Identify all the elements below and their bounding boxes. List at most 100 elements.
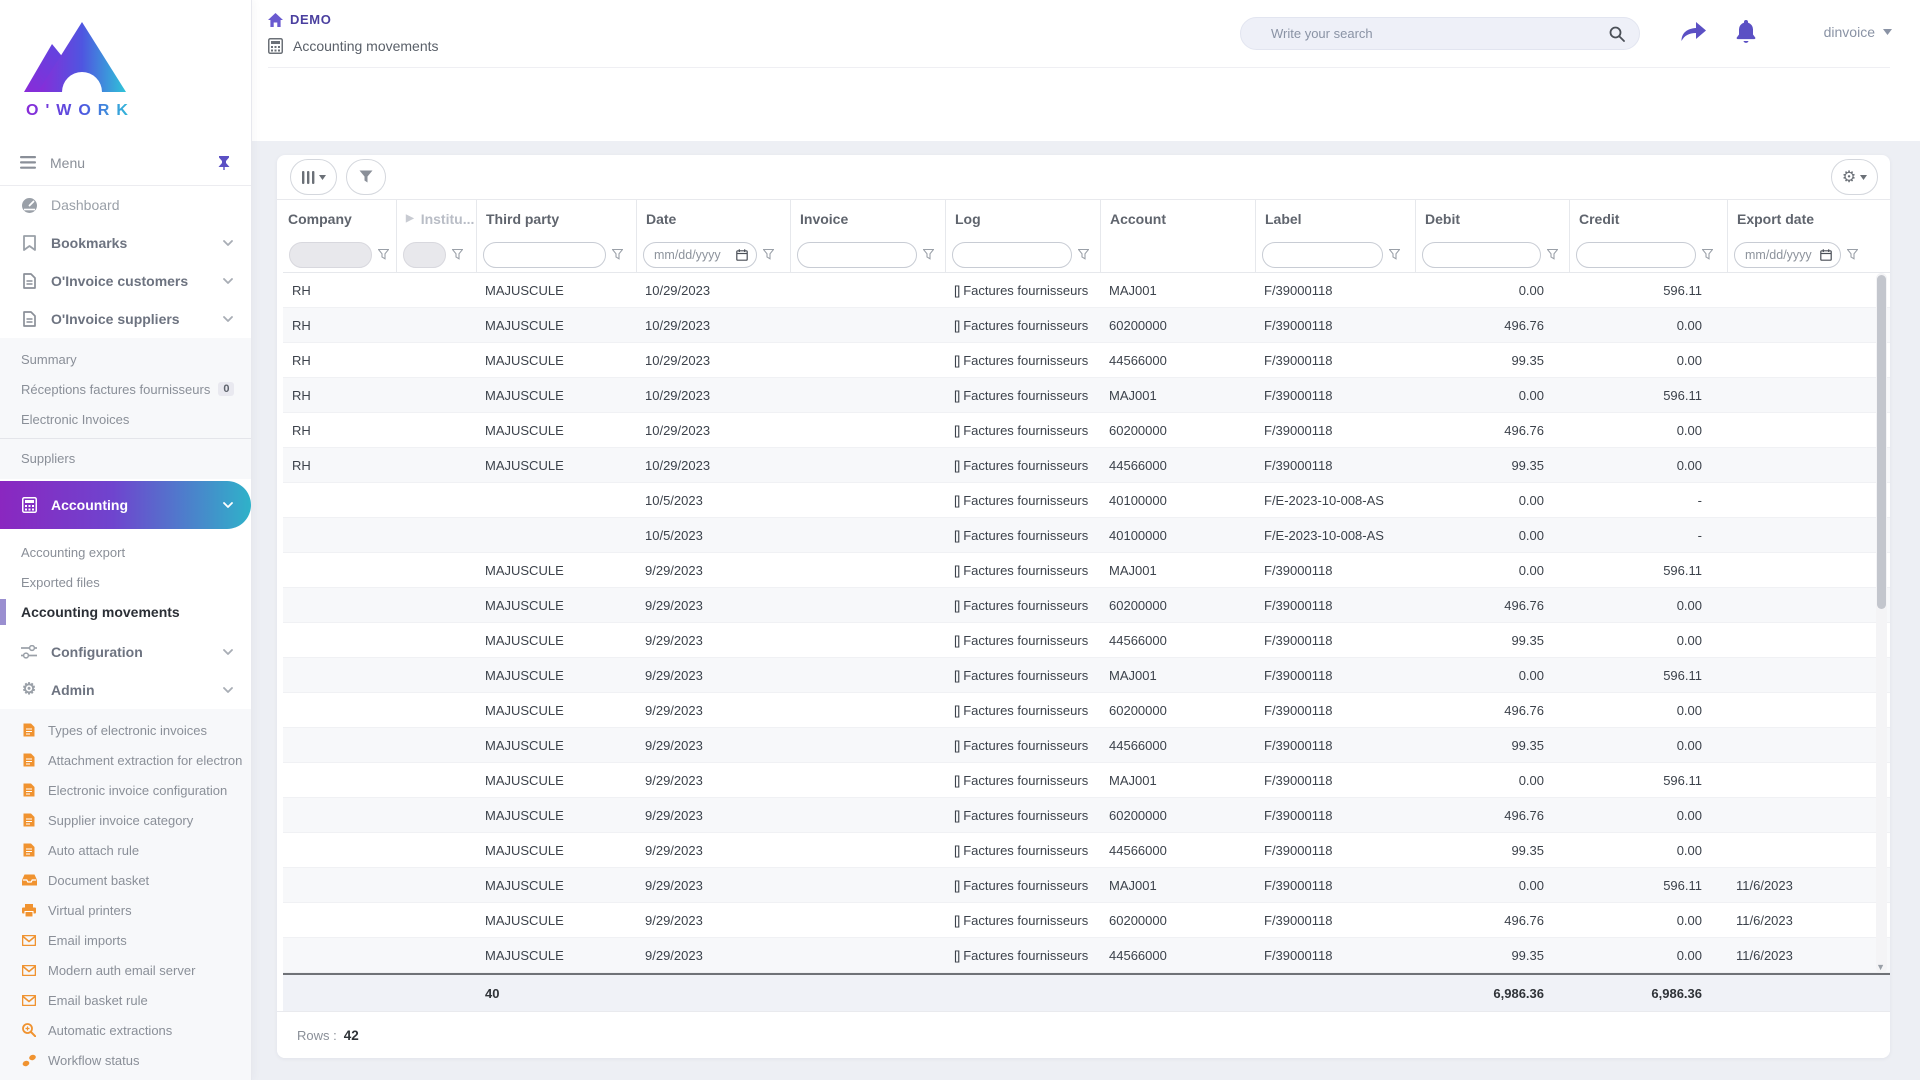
funnel-icon[interactable]	[452, 249, 463, 260]
scrollbar-thumb[interactable]	[1877, 275, 1886, 609]
sidebar-item-automatic-extractions[interactable]: Automatic extractions	[0, 1015, 251, 1045]
calendar-icon[interactable]	[736, 248, 748, 261]
sidebar-item-document-basket[interactable]: Document basket	[0, 865, 251, 895]
sidebar-item-bookmarks[interactable]: Bookmarks	[0, 224, 251, 262]
column-header-label[interactable]: Label	[1255, 200, 1415, 237]
sidebar-item-dashboard[interactable]: Dashboard	[0, 186, 251, 224]
sidebar-item-types-of-electronic-invoices[interactable]: Types of electronic invoices	[0, 715, 251, 745]
table-row[interactable]: RH MAJUSCULE 10/29/2023 [] Factures fourniss…	[283, 273, 1890, 308]
table-row[interactable]: MAJUSCULE 9/29/2023 [] Factures fournisseur…	[283, 833, 1890, 868]
filter-input-debit[interactable]	[1422, 241, 1541, 268]
filter-input-invoice[interactable]	[797, 241, 917, 268]
sidebar-item-o-invoice-customers[interactable]: O'Invoice customers	[0, 262, 251, 300]
filter-input-log[interactable]	[952, 241, 1072, 268]
table-row[interactable]: 10/5/2023 [] Factures fournisseurs 40100000…	[283, 518, 1890, 553]
filter-button[interactable]	[346, 159, 386, 195]
search-icon[interactable]	[1609, 26, 1625, 42]
column-header-third-party[interactable]: Third party	[476, 200, 636, 237]
notifications-bell-icon[interactable]	[1735, 20, 1757, 45]
table-row[interactable]: MAJUSCULE 9/29/2023 [] Factures fournisseur…	[283, 658, 1890, 693]
cell-credit: 596.11	[1663, 282, 1702, 298]
table-row[interactable]: RH MAJUSCULE 10/29/2023 [] Factures fourniss…	[283, 413, 1890, 448]
scroll-down-icon[interactable]: ▼	[1876, 963, 1885, 972]
table-row[interactable]: 10/5/2023 [] Factures fournisseurs 40100000…	[283, 483, 1890, 518]
svg-text:O'WORK: O'WORK	[26, 102, 135, 119]
table-row[interactable]: RH MAJUSCULE 10/29/2023 [] Factures fourniss…	[283, 448, 1890, 483]
sidebar-item-accounting[interactable]: Accounting	[0, 481, 251, 529]
sidebar-item-email-imports[interactable]: Email imports	[0, 925, 251, 955]
columns-button[interactable]	[290, 159, 337, 195]
funnel-icon[interactable]	[1702, 249, 1713, 260]
sidebar-item-email-basket-rule[interactable]: Email basket rule	[0, 985, 251, 1015]
cell-third_party: MAJUSCULE	[485, 912, 564, 928]
cell-date: 9/29/2023	[645, 597, 703, 613]
table-row[interactable]: MAJUSCULE 9/29/2023 [] Factures fournisseur…	[283, 693, 1890, 728]
sidebar-item-summary[interactable]: Summary	[0, 344, 251, 374]
sidebar-item-virtual-printers[interactable]: Virtual printers	[0, 895, 251, 925]
funnel-icon[interactable]	[1547, 249, 1558, 260]
hamburger-icon[interactable]	[20, 156, 36, 169]
search-input[interactable]	[1271, 26, 1609, 41]
column-header-account[interactable]: Account	[1100, 200, 1255, 237]
funnel-icon[interactable]	[612, 249, 623, 260]
sidebar-item-admin[interactable]: ⚙ Admin	[0, 671, 251, 709]
calendar-icon[interactable]	[1820, 248, 1832, 261]
table-row[interactable]: RH MAJUSCULE 10/29/2023 [] Factures fourniss…	[283, 308, 1890, 343]
table-row[interactable]: MAJUSCULE 9/29/2023 [] Factures fournisseur…	[283, 728, 1890, 763]
table-row[interactable]: MAJUSCULE 9/29/2023 [] Factures fournisseur…	[283, 623, 1890, 658]
table-row[interactable]: MAJUSCULE 9/29/2023 [] Factures fournisseur…	[283, 938, 1890, 973]
grid-settings-button[interactable]: ⚙	[1831, 159, 1878, 195]
column-header-debit[interactable]: Debit	[1415, 200, 1569, 237]
column-header-invoice[interactable]: Invoice	[790, 200, 945, 237]
column-header-log[interactable]: Log	[945, 200, 1100, 237]
table-row[interactable]: MAJUSCULE 9/29/2023 [] Factures fournisseur…	[283, 868, 1890, 903]
column-header-date[interactable]: Date	[636, 200, 790, 237]
sidebar-item-accounting-export[interactable]: Accounting export	[0, 537, 251, 567]
funnel-icon[interactable]	[763, 249, 774, 260]
column-header-company[interactable]: Company	[283, 200, 396, 237]
sidebar-item-suppliers[interactable]: Suppliers	[0, 443, 251, 473]
sidebar-item-r-ceptions-factures-fournisseurs[interactable]: Réceptions factures fournisseurs 0	[0, 374, 251, 404]
column-group-expand-icon[interactable]: ▶	[406, 213, 414, 224]
column-header-institu[interactable]: ▶ Institu...	[396, 200, 476, 237]
table-row[interactable]: RH MAJUSCULE 10/29/2023 [] Factures fourniss…	[283, 343, 1890, 378]
sidebar-item-auto-attach-rule[interactable]: Auto attach rule	[0, 835, 251, 865]
table-row[interactable]: MAJUSCULE 9/29/2023 [] Factures fournisseur…	[283, 588, 1890, 623]
sidebar-item-attachment-extraction-for-electron[interactable]: Attachment extraction for electron	[0, 745, 251, 775]
funnel-icon[interactable]	[923, 249, 934, 260]
funnel-icon[interactable]	[1389, 249, 1400, 260]
sidebar-item-accounting-movements[interactable]: Accounting movements	[0, 597, 251, 627]
funnel-icon[interactable]	[1078, 249, 1089, 260]
sidebar-item-configuration[interactable]: Configuration	[0, 633, 251, 671]
sidebar-menu-toggle[interactable]: Menu	[0, 140, 251, 186]
cell-third_party: MAJUSCULE	[485, 387, 564, 403]
filter-input-label[interactable]	[1262, 241, 1383, 268]
sidebar-item-electronic-invoice-configuration[interactable]: Electronic invoice configuration	[0, 775, 251, 805]
share-icon[interactable]	[1680, 20, 1707, 44]
table-row[interactable]: RH MAJUSCULE 10/29/2023 [] Factures fourniss…	[283, 378, 1890, 413]
sidebar-item-supplier-invoice-category[interactable]: Supplier invoice category	[0, 805, 251, 835]
table-row[interactable]: MAJUSCULE 9/29/2023 [] Factures fournisseur…	[283, 553, 1890, 588]
filter-input-credit[interactable]	[1576, 241, 1696, 268]
pin-icon[interactable]	[217, 155, 231, 170]
filter-input-third-party[interactable]	[483, 241, 606, 268]
table-row[interactable]: MAJUSCULE 9/29/2023 [] Factures fournisseur…	[283, 798, 1890, 833]
sidebar-item-workflow-status[interactable]: Workflow status	[0, 1045, 251, 1075]
column-header-export-date[interactable]: Export date	[1727, 200, 1878, 237]
table-row[interactable]: MAJUSCULE 9/29/2023 [] Factures fournisseur…	[283, 763, 1890, 798]
funnel-icon[interactable]	[1847, 249, 1858, 260]
table-row[interactable]: MAJUSCULE 9/29/2023 [] Factures fournisseur…	[283, 903, 1890, 938]
breadcrumb-home[interactable]: DEMO	[268, 12, 331, 27]
funnel-icon[interactable]	[378, 249, 389, 260]
sidebar-item-modern-auth-email-server[interactable]: Modern auth email server	[0, 955, 251, 985]
filter-date-export-date[interactable]: mm/dd/yyyy	[1734, 241, 1841, 268]
filter-date-date[interactable]: mm/dd/yyyy	[643, 241, 757, 268]
column-header-credit[interactable]: Credit	[1569, 200, 1727, 237]
user-menu[interactable]: dinvoice	[1824, 24, 1892, 40]
sidebar-item-exported-files[interactable]: Exported files	[0, 567, 251, 597]
vertical-scrollbar[interactable]: ▼	[1876, 273, 1887, 973]
brand-logo[interactable]: O'WORK	[0, 0, 251, 140]
sidebar-item-electronic-invoices[interactable]: Electronic Invoices	[0, 404, 251, 434]
cell-date: 9/29/2023	[645, 667, 703, 683]
sidebar-item-o-invoice-suppliers[interactable]: O'Invoice suppliers	[0, 300, 251, 338]
